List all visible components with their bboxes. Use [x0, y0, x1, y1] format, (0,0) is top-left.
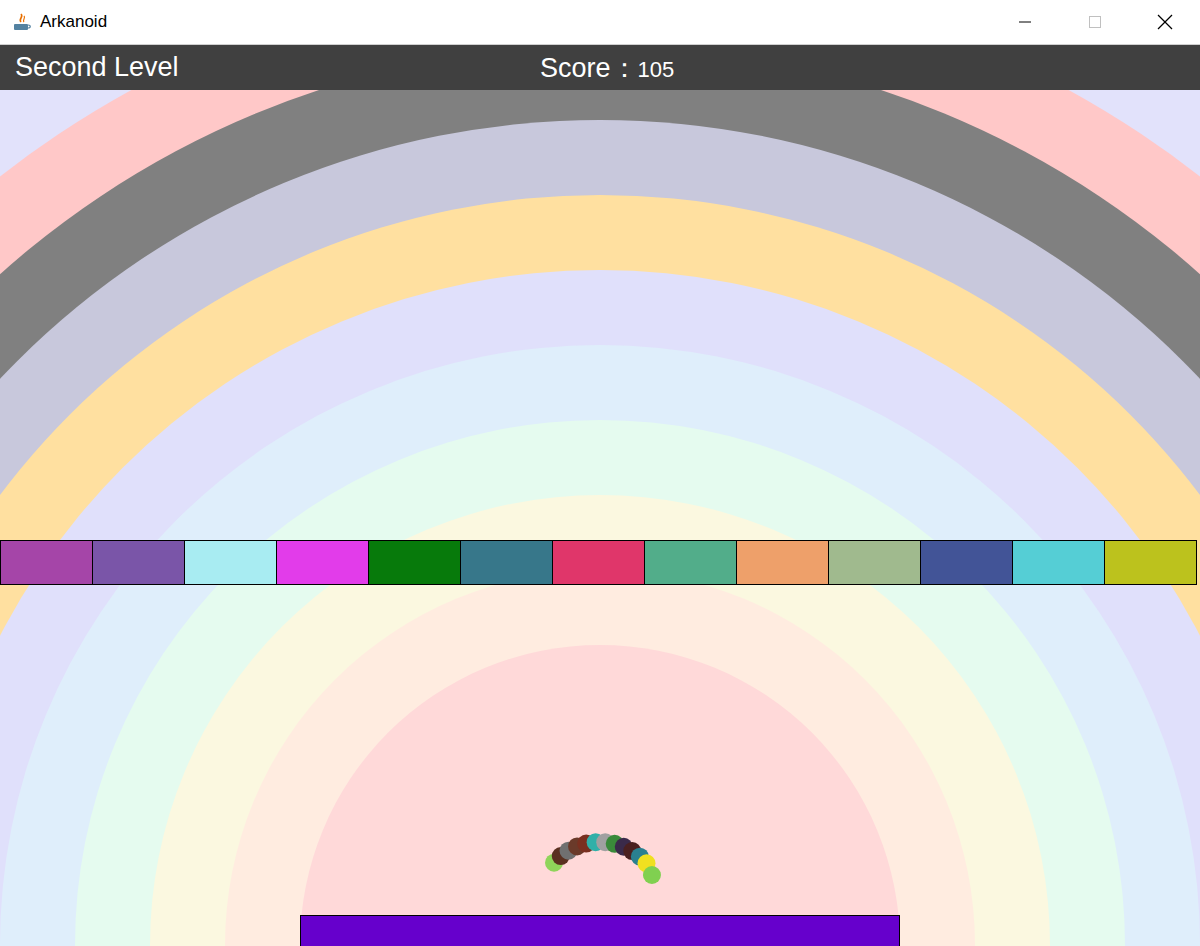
block: [1012, 540, 1105, 585]
block: [368, 540, 461, 585]
window-controls: [990, 0, 1200, 44]
window-title: Arkanoid: [40, 12, 107, 32]
close-icon: [1156, 13, 1174, 31]
block-row: [0, 540, 1200, 585]
block: [0, 540, 93, 585]
block: [644, 540, 737, 585]
rainbow-background: [0, 90, 1200, 946]
title-bar: Arkanoid: [0, 0, 1200, 45]
score-label: Score：: [540, 50, 638, 86]
block: [92, 540, 185, 585]
score-value: 105: [638, 57, 675, 83]
block: [184, 540, 277, 585]
game-canvas: [0, 90, 1200, 946]
minimize-icon: [1016, 13, 1034, 31]
hud-bar: Second LevelScore：105: [0, 45, 1200, 90]
block: [828, 540, 921, 585]
java-icon: [12, 12, 32, 32]
score: Score：105: [540, 50, 1200, 86]
block: [276, 540, 369, 585]
ball: [643, 866, 661, 884]
paddle[interactable]: [300, 915, 900, 946]
block: [552, 540, 645, 585]
block: [460, 540, 553, 585]
block: [920, 540, 1013, 585]
level-name: Second Level: [15, 52, 555, 83]
block: [736, 540, 829, 585]
close-button[interactable]: [1130, 0, 1200, 44]
ball-trail: [530, 820, 670, 900]
minimize-button[interactable]: [990, 0, 1060, 44]
maximize-button: [1060, 0, 1130, 44]
game-window: Arkanoid Second LevelScore：105: [0, 0, 1200, 946]
maximize-icon: [1086, 13, 1104, 31]
block: [1104, 540, 1197, 585]
